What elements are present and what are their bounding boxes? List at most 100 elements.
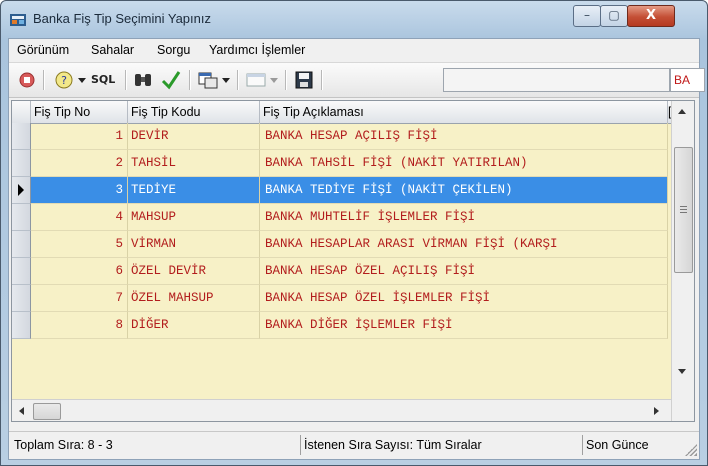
toolbar-separator	[125, 70, 127, 90]
cell-fis-tip-no[interactable]: 2	[31, 150, 128, 177]
toolbar: ? SQL BA	[9, 62, 705, 98]
toolbar-separator	[43, 70, 45, 90]
window-icon[interactable]	[245, 68, 267, 92]
row-indicator[interactable]	[12, 177, 31, 204]
app-icon	[10, 14, 26, 26]
minimize-icon: –	[584, 8, 590, 22]
cell-fis-tip-aciklamasi[interactable]: BANKA MUHTELİF İŞLEMLER FİŞİ	[260, 204, 668, 231]
svg-text:?: ?	[61, 74, 67, 87]
save-icon[interactable]	[293, 68, 315, 92]
menu-sorgu[interactable]: Sorgu	[157, 43, 190, 57]
table-row[interactable]: 7 ÖZEL MAHSUP BANKA HESAP ÖZEL İŞLEMLER Fİ…	[12, 285, 668, 312]
table-row[interactable]: 4 MAHSUP BANKA MUHTELİF İŞLEMLER FİŞİ	[12, 204, 668, 231]
cell-fis-tip-no[interactable]: 1	[31, 123, 128, 150]
data-grid: Fiş Tip No Fiş Tip Kodu Fiş Tip Açıklama…	[11, 100, 695, 422]
table-row[interactable]: 8 DİĞER BANKA DİĞER İŞLEMLER FİŞİ	[12, 312, 668, 339]
column-header-fis-tip-kodu[interactable]: Fiş Tip Kodu	[128, 101, 260, 123]
vertical-scrollbar[interactable]	[671, 101, 694, 421]
column-header-fis-tip-no[interactable]: Fiş Tip No	[31, 101, 128, 123]
client-area: Görünüm Sahalar Sorgu Yardımcı İşlemler …	[8, 38, 705, 460]
table-row[interactable]: 2 TAHSİL BANKA TAHSİL FİŞİ (NAKİT YATIRILA…	[12, 150, 668, 177]
copy-icon[interactable]	[197, 68, 219, 92]
status-total-rows: Toplam Sıra: 8 - 3	[11, 435, 301, 455]
row-indicator[interactable]	[12, 150, 31, 177]
column-header-fis-tip-aciklamasi[interactable]: Fiş Tip Açıklaması	[260, 101, 668, 123]
horizontal-scroll-thumb[interactable]	[33, 403, 61, 420]
row-indicator[interactable]	[12, 123, 31, 150]
maximize-button[interactable]: ▢	[600, 5, 628, 27]
window-title: Banka Fiş Tip Seçimini Yapınız	[33, 11, 211, 26]
app-window: Banka Fiş Tip Seçimini Yapınız – ▢ X Gör…	[0, 0, 708, 466]
minimize-button[interactable]: –	[573, 5, 601, 27]
scroll-down-icon[interactable]	[678, 369, 686, 374]
toolbar-separator	[189, 70, 191, 90]
scroll-left-icon[interactable]	[19, 407, 24, 415]
cell-fis-tip-kodu[interactable]: ÖZEL MAHSUP	[128, 285, 260, 312]
menu-gorunum[interactable]: Görünüm	[17, 43, 69, 57]
cell-fis-tip-kodu[interactable]: DEVİR	[128, 123, 260, 150]
toolbar-separator	[321, 70, 323, 90]
resize-grip-icon[interactable]	[685, 444, 697, 456]
menu-sahalar[interactable]: Sahalar	[91, 43, 134, 57]
cell-fis-tip-aciklamasi[interactable]: BANKA TEDİYE FİŞİ (NAKİT ÇEKİLEN)	[260, 177, 668, 204]
status-requested-rows: İstenen Sıra Sayısı: Tüm Sıralar	[301, 435, 583, 455]
current-row-arrow-icon	[18, 184, 24, 196]
cell-fis-tip-no[interactable]: 8	[31, 312, 128, 339]
scroll-right-icon[interactable]	[654, 407, 659, 415]
row-indicator[interactable]	[12, 204, 31, 231]
grip-line	[680, 209, 687, 210]
row-indicator[interactable]	[12, 312, 31, 339]
cell-fis-tip-kodu[interactable]: MAHSUP	[128, 204, 260, 231]
cell-fis-tip-aciklamasi[interactable]: BANKA DİĞER İŞLEMLER FİŞİ	[260, 312, 668, 339]
dropdown-arrow-icon[interactable]	[221, 68, 231, 92]
status-last-update: Son Günce	[586, 438, 649, 452]
maximize-icon: ▢	[608, 8, 620, 22]
cell-fis-tip-aciklamasi[interactable]: BANKA HESAP ÖZEL İŞLEMLER FİŞİ	[260, 285, 668, 312]
header-indicator-cell	[12, 101, 31, 123]
row-indicator[interactable]	[12, 231, 31, 258]
grid-header: Fiş Tip No Fiş Tip Kodu Fiş Tip Açıklama…	[12, 101, 694, 124]
cell-fis-tip-aciklamasi[interactable]: BANKA HESAP ÖZEL AÇILIŞ FİŞİ	[260, 258, 668, 285]
table-row[interactable]: 1 DEVİR BANKA HESAP AÇILIŞ FİŞİ	[12, 123, 668, 150]
row-indicator[interactable]	[12, 285, 31, 312]
vertical-scroll-thumb[interactable]	[674, 147, 693, 273]
toolbar-text-field[interactable]	[443, 68, 670, 92]
checkmark-icon[interactable]	[159, 68, 183, 92]
cell-fis-tip-no[interactable]: 5	[31, 231, 128, 258]
title-bar[interactable]: Banka Fiş Tip Seçimini Yapınız – ▢ X	[1, 1, 707, 37]
cell-fis-tip-no[interactable]: 6	[31, 258, 128, 285]
dropdown-arrow-icon[interactable]	[269, 68, 279, 92]
toolbar-badge: BA	[670, 68, 705, 92]
cell-fis-tip-kodu[interactable]: VİRMAN	[128, 231, 260, 258]
row-indicator[interactable]	[12, 258, 31, 285]
cell-fis-tip-kodu[interactable]: DİĞER	[128, 312, 260, 339]
table-row-selected[interactable]: 3 TEDİYE BANKA TEDİYE FİŞİ (NAKİT ÇEKİLEN)	[12, 177, 668, 204]
toolbar-separator	[285, 70, 287, 90]
table-row[interactable]: 5 VİRMAN BANKA HESAPLAR ARASI VİRMAN FİŞİ …	[12, 231, 668, 258]
sql-button[interactable]: SQL	[91, 68, 121, 92]
menu-yardimci-islemler[interactable]: Yardımcı İşlemler	[209, 43, 305, 57]
status-bar: Toplam Sıra: 8 - 3 İstenen Sıra Sayısı: …	[9, 431, 699, 458]
dropdown-arrow-icon[interactable]	[77, 68, 87, 92]
cell-fis-tip-aciklamasi[interactable]: BANKA TAHSİL FİŞİ (NAKİT YATIRILAN)	[260, 150, 668, 177]
cell-fis-tip-no[interactable]: 3	[31, 177, 128, 204]
menu-bar: Görünüm Sahalar Sorgu Yardımcı İşlemler	[9, 39, 699, 61]
cell-fis-tip-kodu[interactable]: TEDİYE	[128, 177, 260, 204]
cell-fis-tip-aciklamasi[interactable]: BANKA HESAP AÇILIŞ FİŞİ	[260, 123, 668, 150]
close-button[interactable]: X	[627, 5, 675, 27]
table-row[interactable]: 6 ÖZEL DEVİR BANKA HESAP ÖZEL AÇILIŞ FİŞİ	[12, 258, 668, 285]
cell-fis-tip-no[interactable]: 7	[31, 285, 128, 312]
horizontal-scrollbar[interactable]	[12, 399, 671, 421]
cell-fis-tip-no[interactable]: 4	[31, 204, 128, 231]
close-icon: X	[645, 8, 657, 23]
help-icon[interactable]: ?	[53, 68, 75, 92]
cell-fis-tip-kodu[interactable]: ÖZEL DEVİR	[128, 258, 260, 285]
grip-line	[680, 212, 687, 213]
grip-line	[680, 206, 687, 207]
binoculars-icon[interactable]	[131, 68, 155, 92]
stop-icon[interactable]	[17, 68, 37, 92]
scroll-up-icon[interactable]	[678, 109, 686, 114]
toolbar-separator	[237, 70, 239, 90]
cell-fis-tip-kodu[interactable]: TAHSİL	[128, 150, 260, 177]
cell-fis-tip-aciklamasi[interactable]: BANKA HESAPLAR ARASI VİRMAN FİŞİ (KARŞI	[260, 231, 668, 258]
